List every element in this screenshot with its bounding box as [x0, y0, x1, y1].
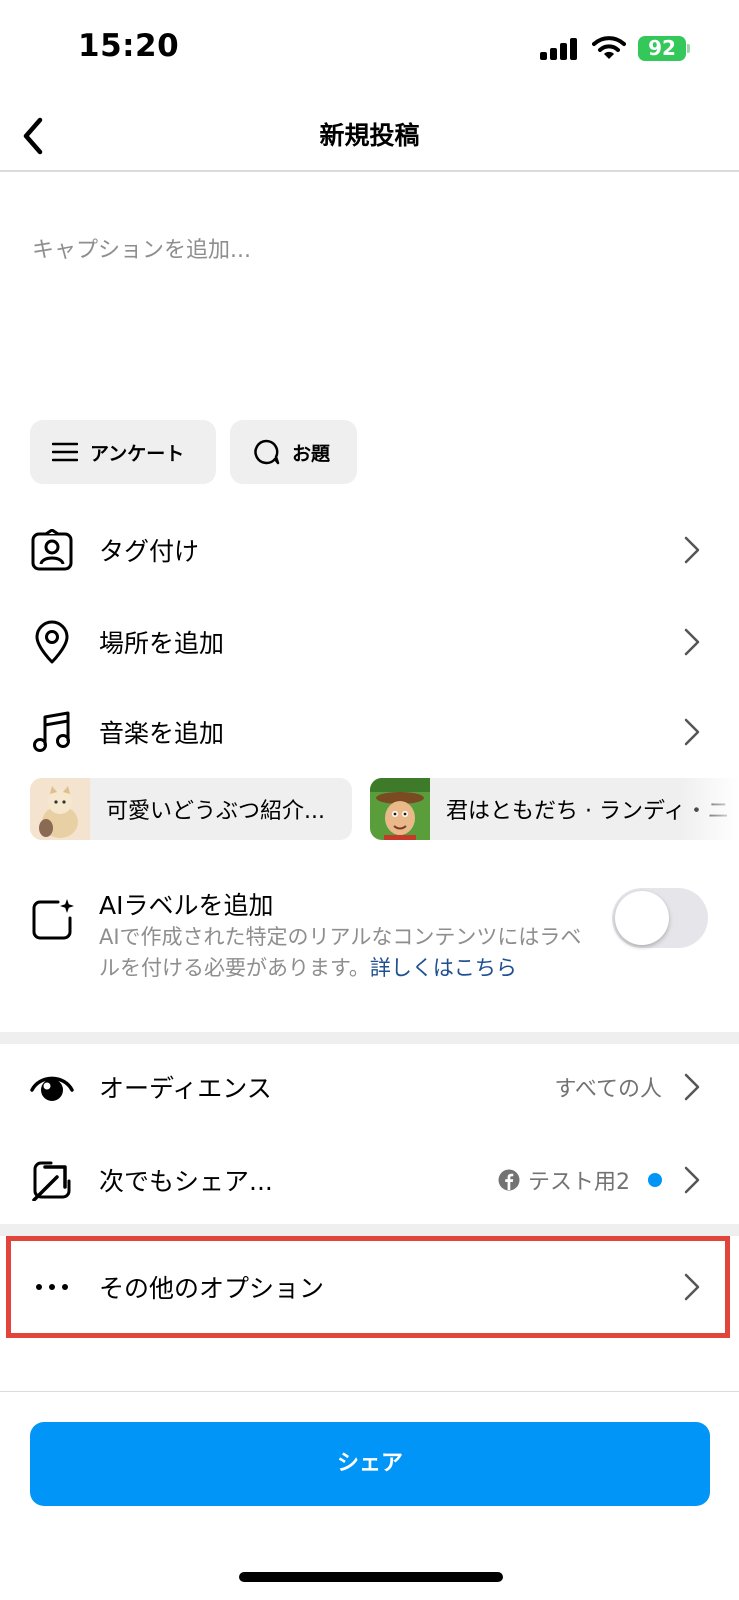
music-suggestion-2[interactable]: 君はともだち · ランディ・ニ	[370, 778, 739, 840]
status-bar: 15:20 92	[0, 0, 739, 100]
prompt-chip-label: お題	[292, 442, 331, 465]
also-share-label: 次でもシェア...	[99, 1167, 273, 1196]
bottom-divider	[0, 1391, 739, 1392]
fade-overlay	[679, 778, 739, 840]
section-separator	[0, 1224, 739, 1236]
share-button[interactable]: シェア	[30, 1422, 710, 1506]
list-icon	[52, 442, 78, 462]
more-options-label: その他のオプション	[99, 1274, 325, 1303]
ai-label-title: AIラベルを追加	[99, 891, 274, 920]
chevron-right-icon	[684, 718, 700, 746]
music-note-icon	[30, 710, 74, 754]
tag-person-icon	[30, 528, 74, 572]
battery-indicator: 92	[638, 36, 686, 61]
toggle-knob	[615, 891, 669, 945]
chevron-right-icon	[684, 1273, 700, 1301]
music-suggestion-1[interactable]: 可愛いどうぶつ紹介...	[30, 778, 352, 840]
chevron-right-icon	[684, 1166, 700, 1194]
share-arrow-icon	[30, 1158, 74, 1202]
chevron-right-icon	[684, 1073, 700, 1101]
tag-people-row[interactable]: タグ付け	[0, 510, 739, 590]
chevron-right-icon	[684, 628, 700, 656]
poll-chip-label: アンケート	[90, 442, 185, 465]
prompt-chip[interactable]: お題	[230, 420, 357, 484]
add-location-row[interactable]: 場所を追加	[0, 602, 739, 682]
caption-input[interactable]	[32, 232, 692, 382]
tag-people-label: タグ付け	[99, 537, 200, 566]
account-name: テスト用2	[528, 1170, 630, 1195]
header: 新規投稿	[0, 100, 739, 172]
also-share-value: テスト用2	[498, 1164, 662, 1196]
page-title: 新規投稿	[319, 121, 420, 150]
music-suggestion-label: 可愛いどうぶつ紹介...	[106, 799, 325, 824]
add-music-label: 音楽を追加	[99, 719, 225, 748]
audience-value: すべての人	[554, 1077, 662, 1102]
ai-label-description: AIで作成された特定のリアルなコンテンツにはラベルを付ける必要があります。詳しく…	[99, 922, 594, 984]
learn-more-link[interactable]: 詳しくはこちら	[370, 956, 517, 980]
ai-label-section: AIラベルを追加 AIで作成された特定のリアルなコンテンツにはラベルを付ける必要…	[0, 880, 739, 1030]
more-options-row[interactable]: その他のオプション	[0, 1241, 739, 1333]
eye-icon	[30, 1065, 74, 1109]
cellular-signal-icon	[540, 38, 578, 60]
music-thumbnail	[370, 778, 430, 840]
speech-bubble-icon	[254, 439, 280, 465]
add-location-label: 場所を追加	[99, 629, 225, 658]
more-dots-icon	[30, 1265, 74, 1309]
home-indicator	[239, 1572, 503, 1582]
unread-dot	[648, 1173, 662, 1187]
also-share-row[interactable]: 次でもシェア... テスト用2	[0, 1140, 739, 1220]
ai-sparkle-icon	[30, 898, 74, 942]
ai-label-toggle[interactable]	[612, 888, 708, 948]
wifi-icon	[592, 36, 626, 59]
section-separator	[0, 1032, 739, 1044]
location-pin-icon	[30, 620, 74, 664]
facebook-icon	[498, 1169, 520, 1191]
status-time: 15:20	[78, 28, 180, 64]
audience-row[interactable]: オーディエンス すべての人	[0, 1047, 739, 1127]
audience-label: オーディエンス	[99, 1074, 272, 1103]
battery-tip	[687, 44, 690, 53]
poll-chip[interactable]: アンケート	[30, 420, 216, 484]
chevron-right-icon	[684, 536, 700, 564]
music-thumbnail	[30, 778, 90, 840]
add-music-row[interactable]: 音楽を追加	[0, 692, 739, 772]
